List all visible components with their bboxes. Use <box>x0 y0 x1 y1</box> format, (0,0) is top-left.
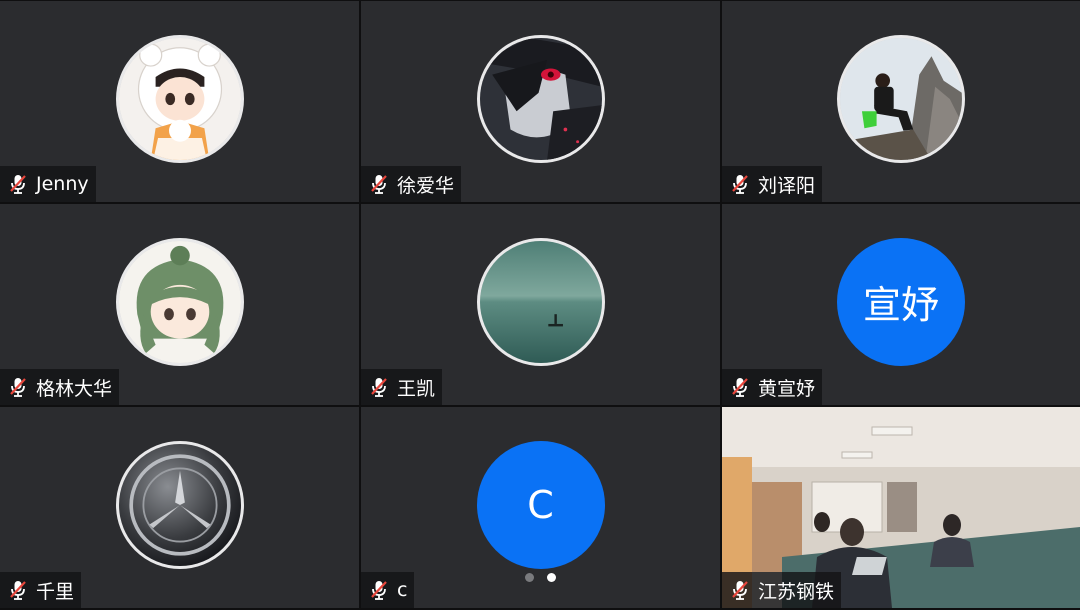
participant-name: 格林大华 <box>36 377 113 400</box>
participant-name-tag: 千里 <box>0 572 82 608</box>
participant-name: 江苏钢铁 <box>758 580 835 603</box>
mic-muted-icon <box>371 581 387 600</box>
participant-name-tag: 徐爱华 <box>361 166 462 202</box>
mic-muted-icon <box>10 175 26 194</box>
participant-tile-wang-kai[interactable]: 王凯 <box>361 204 720 405</box>
participant-tile-jenny[interactable]: Jenny <box>0 1 359 202</box>
mic-muted-icon <box>10 581 26 600</box>
page-dot-2-active[interactable] <box>547 573 556 582</box>
boat-on-lake-photo-icon <box>476 237 605 366</box>
man-sitting-on-rock-photo-icon <box>837 34 965 163</box>
participant-name-tag: 格林大华 <box>0 369 120 405</box>
participant-name: c <box>397 579 408 601</box>
participant-name-tag: c <box>361 572 415 608</box>
participant-name-tag: 刘译阳 <box>722 166 823 202</box>
page-dot-1[interactable] <box>525 573 534 582</box>
participant-name-tag: 王凯 <box>361 369 443 405</box>
mercedes-logo-icon <box>115 440 244 569</box>
participant-name-tag: Jenny <box>0 166 96 202</box>
participant-tile-liu-yiyang[interactable]: 刘译阳 <box>722 1 1080 202</box>
participant-grid: Jenny 徐爱华 刘译阳 格林大华 王凯 宣妤 黄宣妤 千里 C c 江苏钢铁 <box>0 0 1080 610</box>
anime-green-hair-girl-icon <box>115 237 244 366</box>
pagination-dots[interactable] <box>525 573 556 582</box>
initials-avatar: C <box>476 440 605 569</box>
participant-name: Jenny <box>36 173 89 195</box>
participant-tile-jiangsu-gangtie[interactable]: 江苏钢铁 <box>722 407 1080 608</box>
mic-muted-icon <box>732 175 748 194</box>
participant-name-tag: 黄宣妤 <box>722 369 823 405</box>
anime-girl-bear-hood-icon <box>115 34 244 163</box>
mic-muted-icon <box>732 581 748 600</box>
initials-avatar: 宣妤 <box>837 237 965 366</box>
participant-name: 黄宣妤 <box>758 377 816 400</box>
mic-muted-icon <box>371 378 387 397</box>
participant-name: 王凯 <box>397 377 436 400</box>
participant-name-tag: 江苏钢铁 <box>722 572 842 608</box>
participant-name: 千里 <box>36 580 75 603</box>
dark-anime-character-icon <box>476 34 605 163</box>
participant-name: 徐爱华 <box>397 174 455 197</box>
participant-tile-xu-aihua[interactable]: 徐爱华 <box>361 1 720 202</box>
mic-muted-icon <box>10 378 26 397</box>
participant-tile-huang-xuanyu[interactable]: 宣妤 黄宣妤 <box>722 204 1080 405</box>
participant-tile-gelin-dahua[interactable]: 格林大华 <box>0 204 359 405</box>
mic-muted-icon <box>371 175 387 194</box>
mic-muted-icon <box>732 378 748 397</box>
participant-name: 刘译阳 <box>758 174 816 197</box>
participant-tile-qianli[interactable]: 千里 <box>0 407 359 608</box>
